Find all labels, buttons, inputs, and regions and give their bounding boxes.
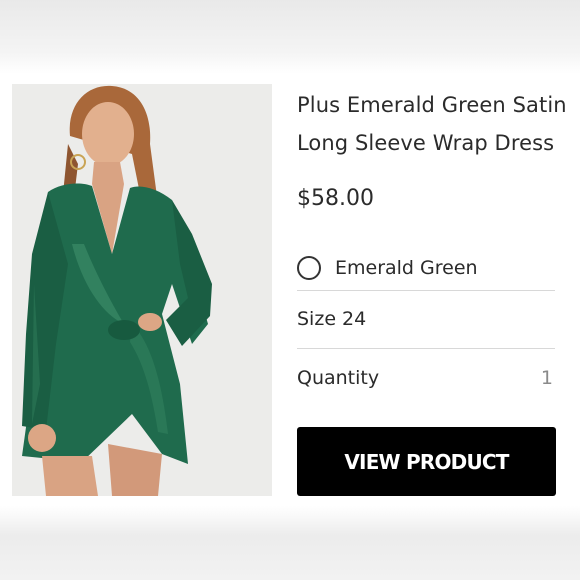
quantity-value[interactable]: 1 <box>541 367 555 389</box>
color-label: Emerald Green <box>335 257 478 279</box>
size-label: Size 24 <box>297 308 367 330</box>
color-option[interactable]: Emerald Green <box>297 246 555 291</box>
size-option[interactable]: Size 24 <box>297 290 555 349</box>
product-title[interactable]: Plus Emerald Green Satin Long Sleeve Wra… <box>297 86 567 162</box>
product-image[interactable] <box>12 84 272 496</box>
product-title-line1: Plus Emerald Green Satin <box>297 93 567 117</box>
product-price: $58.00 <box>297 186 374 211</box>
quantity-row[interactable]: Quantity 1 <box>297 349 555 407</box>
dress-photo-icon <box>12 84 272 496</box>
bottom-backdrop <box>0 506 580 580</box>
quantity-label: Quantity <box>297 367 380 389</box>
top-backdrop <box>0 0 580 74</box>
product-title-line2: Long Sleeve Wrap Dress <box>297 131 555 155</box>
color-radio[interactable] <box>297 256 321 280</box>
product-card: Plus Emerald Green Satin Long Sleeve Wra… <box>0 74 580 506</box>
view-product-button[interactable]: VIEW PRODUCT <box>297 427 556 496</box>
